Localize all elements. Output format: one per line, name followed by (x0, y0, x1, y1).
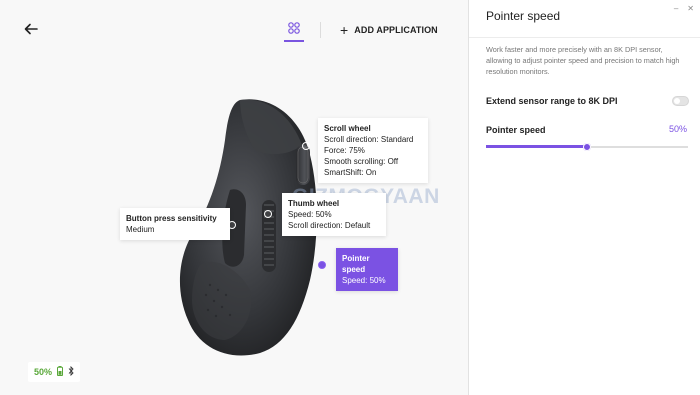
scroll-wheel-title: Scroll wheel (324, 124, 371, 133)
pointer-speed-slider[interactable] (486, 143, 688, 151)
scroll-wheel-line: Force: 75% (324, 146, 365, 155)
button-press-callout[interactable]: Button press sensitivity Medium (120, 208, 230, 240)
pointer-speed-line: Speed: 50% (342, 276, 386, 285)
thumb-wheel-line: Scroll direction: Default (288, 221, 371, 230)
window-controls: – ✕ (674, 4, 694, 13)
pointer-speed-title: Pointer speed (342, 254, 370, 274)
grid-icon (288, 22, 300, 34)
close-icon[interactable]: ✕ (687, 4, 694, 13)
pointer-speed-value: 50% (668, 124, 687, 134)
bluetooth-icon (68, 365, 74, 378)
add-application-label: ADD APPLICATION (354, 25, 438, 35)
device-settings-tab[interactable] (284, 20, 304, 42)
extend-sensor-toggle[interactable] (672, 96, 689, 106)
slider-fill (486, 145, 587, 148)
device-view: + ADD APPLICATION Scroll wheel Scroll di… (0, 0, 468, 395)
settings-panel: – ✕ Pointer speed Work faster and more p… (468, 0, 700, 395)
pointer-speed-label: Pointer speed (486, 125, 546, 135)
scroll-wheel-line: SmartShift: On (324, 168, 377, 177)
battery-percent: 50% (34, 367, 53, 377)
button-press-line: Medium (126, 225, 155, 234)
button-press-title: Button press sensitivity (126, 214, 217, 223)
thumb-wheel-title: Thumb wheel (288, 199, 340, 208)
slider-thumb[interactable] (583, 143, 591, 151)
back-arrow-icon[interactable] (22, 20, 40, 38)
battery-status: 50% (28, 362, 81, 382)
minimize-icon[interactable]: – (674, 4, 678, 13)
thumb-wheel-line: Speed: 50% (288, 210, 332, 219)
pointer-speed-hotspot[interactable] (318, 261, 326, 269)
scroll-wheel-hotspot[interactable] (302, 142, 310, 150)
active-tab-indicator (284, 40, 304, 42)
scroll-wheel-line: Smooth scrolling: Off (324, 157, 399, 166)
panel-divider (469, 37, 700, 38)
toggle-knob (674, 98, 680, 104)
scroll-wheel-callout[interactable]: Scroll wheel Scroll direction: Standard … (318, 118, 428, 183)
battery-icon (57, 366, 64, 378)
add-application-button[interactable]: + ADD APPLICATION (340, 22, 438, 38)
panel-title: Pointer speed (486, 9, 561, 23)
thumb-wheel-callout[interactable]: Thumb wheel Speed: 50% Scroll direction:… (282, 193, 386, 236)
extend-sensor-label: Extend sensor range to 8K DPI (486, 96, 618, 106)
plus-icon: + (340, 22, 349, 38)
scroll-wheel-line: Scroll direction: Standard (324, 135, 414, 144)
panel-description: Work faster and more precisely with an 8… (486, 45, 680, 76)
pointer-speed-callout[interactable]: Pointer speed Speed: 50% (336, 248, 398, 291)
toolbar-divider (320, 22, 321, 38)
thumb-wheel-hotspot[interactable] (264, 210, 272, 218)
